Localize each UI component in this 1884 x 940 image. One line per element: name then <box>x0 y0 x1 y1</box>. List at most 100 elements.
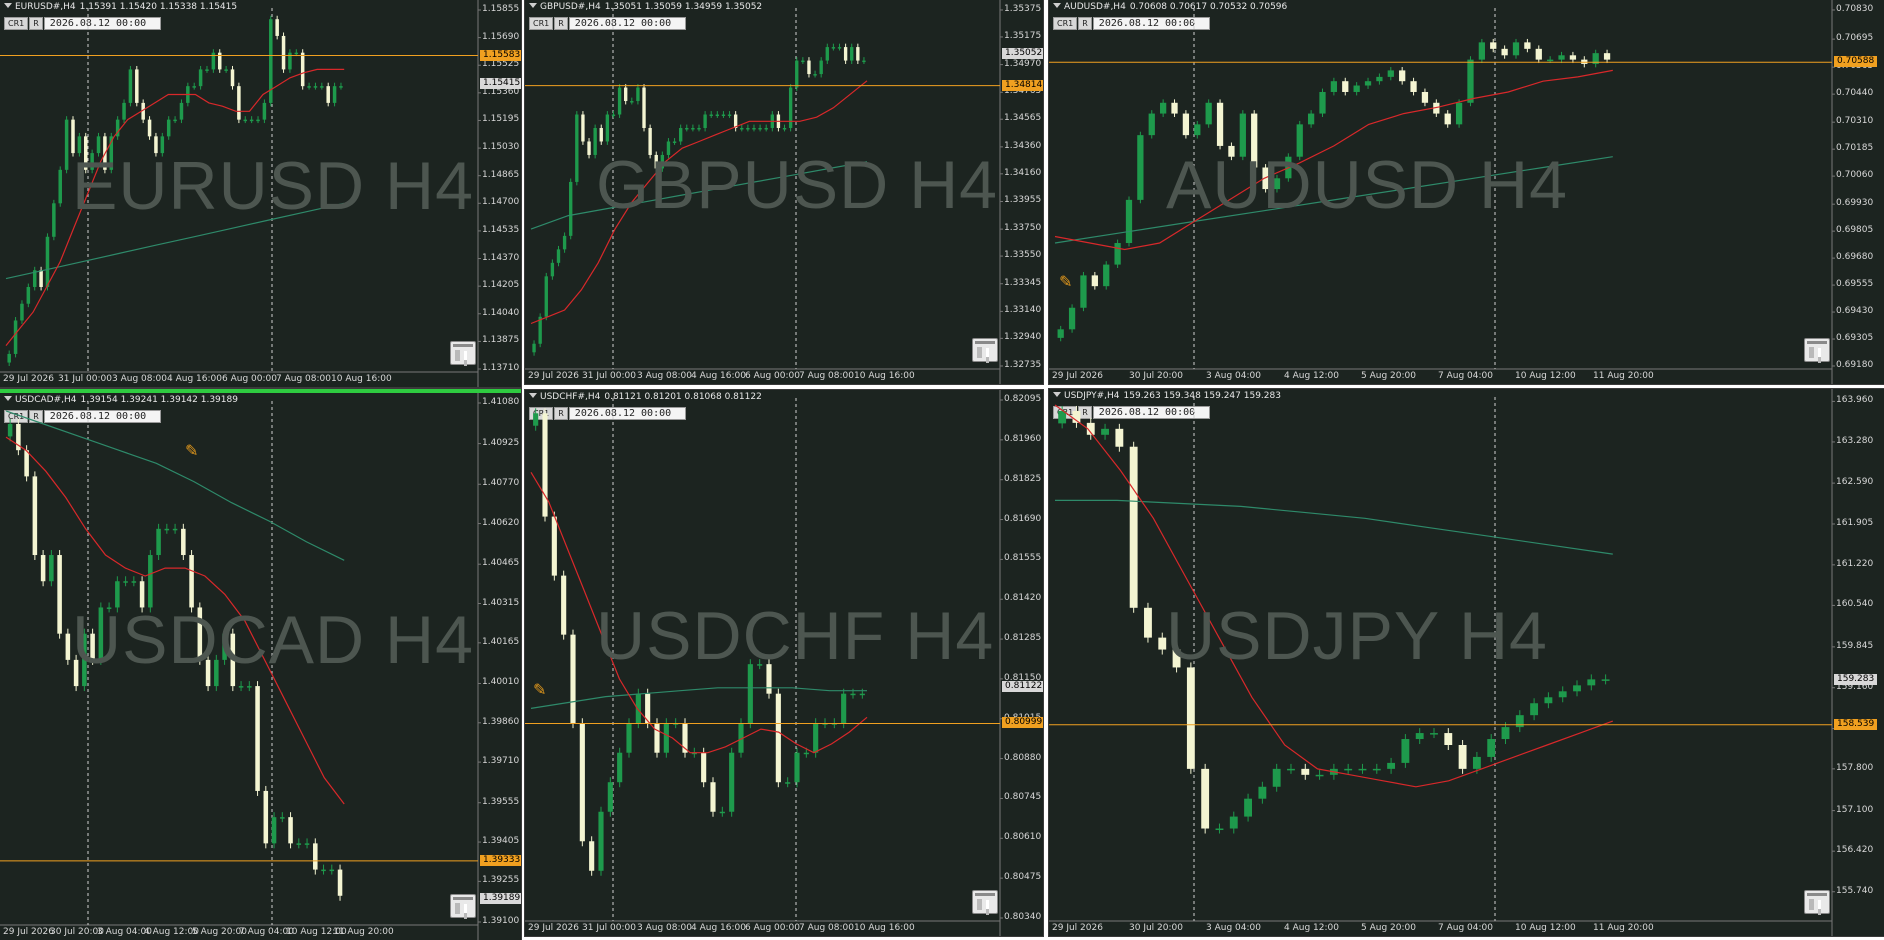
price-tick-label: 1.14205 <box>482 280 520 291</box>
pencil-icon[interactable]: ✎ <box>533 680 546 699</box>
price-tick-label: 1.14370 <box>482 252 520 263</box>
candle-body <box>1315 774 1324 777</box>
price-tick-label: 0.69555 <box>1836 279 1874 290</box>
candle-body <box>40 555 46 582</box>
candle-body <box>1544 697 1553 704</box>
chart-pane-eurusd[interactable]: EURUSD#,H4 1.15391 1.15420 1.15338 1.1541… <box>0 0 522 388</box>
symbol-watermark: GBPUSD H4 <box>596 147 998 223</box>
candle-body <box>607 782 613 812</box>
candle-body <box>626 723 632 753</box>
candle-body <box>147 119 152 137</box>
candle-body <box>542 413 548 517</box>
price-tick-label: 1.34565 <box>1004 113 1042 124</box>
candle-body <box>20 303 24 321</box>
chart-pane-gbpusd[interactable]: GBPUSD#,H4 1.35051 1.35059 1.34959 1.3505… <box>524 0 1044 385</box>
candle-body <box>1182 113 1190 136</box>
time-tick-label: 29 Jul 2026 <box>528 923 579 933</box>
candle-body <box>721 114 726 117</box>
candle-body <box>862 60 866 63</box>
candle-body <box>1205 102 1212 125</box>
time-tick-label: 4 Aug 16:00 <box>691 371 746 381</box>
candle-body <box>727 114 732 117</box>
candle-body <box>1535 48 1542 60</box>
current-price-label: 1.35052 <box>1002 47 1043 59</box>
price-tick-label: 1.39255 <box>482 875 520 886</box>
candle-body <box>173 119 177 122</box>
candle-body <box>1547 59 1554 62</box>
price-tick-label: 1.33550 <box>1004 250 1042 261</box>
price-tick-label: 0.81555 <box>1004 553 1042 564</box>
time-tick-label: 7 Aug 08:00 <box>799 371 854 381</box>
candle-body <box>1415 733 1424 740</box>
candle-body <box>843 47 848 61</box>
window-list-icon[interactable] <box>972 890 998 914</box>
time-tick-label: 29 Jul 2026 <box>1052 923 1103 933</box>
price-tick-label: 1.40620 <box>482 517 520 528</box>
pencil-icon[interactable]: ✎ <box>1059 272 1072 291</box>
time-tick-label: 7 Aug 08:00 <box>799 923 854 933</box>
candle-body <box>533 413 539 426</box>
candle-body <box>271 817 277 844</box>
time-tick-label: 6 Aug 00:00 <box>222 374 277 384</box>
symbol-watermark: EURUSD H4 <box>72 148 474 224</box>
price-tick-label: 1.32735 <box>1004 360 1042 370</box>
time-tick-label: 31 Jul 00:00 <box>58 374 112 384</box>
window-list-icon[interactable] <box>450 341 476 365</box>
candle-body <box>1186 667 1195 769</box>
candle-body <box>697 127 701 130</box>
candle-body <box>636 87 640 102</box>
time-tick-label: 11 Aug 20:00 <box>1593 371 1654 381</box>
candle-body <box>39 270 43 287</box>
chart-pane-audusd[interactable]: AUDUSD#,H4 0.70608 0.70617 0.70532 0.7059… <box>1048 0 1884 385</box>
chart-pane-usdcad[interactable]: USDCAD#,H4 1.39154 1.39241 1.39142 1.3918… <box>0 388 522 940</box>
window-list-icon[interactable] <box>450 894 476 918</box>
candle-body <box>825 47 829 61</box>
price-tick-label: 1.35175 <box>1004 30 1042 41</box>
candle-body <box>189 555 194 608</box>
candle-body <box>1201 768 1210 829</box>
candle-body <box>1430 733 1438 735</box>
candle-body <box>1258 786 1267 799</box>
candle-body <box>579 723 585 842</box>
candle-body <box>238 686 244 688</box>
candle-body <box>1573 685 1581 692</box>
chart-pane-usdjpy[interactable]: USDJPY#,H4 159.263 159.348 159.247 159.28… <box>1048 388 1884 937</box>
candle-body <box>719 811 725 814</box>
candle-body <box>1487 739 1496 757</box>
candle-body <box>166 119 171 137</box>
price-tick-label: 1.33955 <box>1004 195 1042 206</box>
candle-body <box>1444 113 1451 125</box>
candle-body <box>605 114 610 142</box>
price-tick-label: 155.740 <box>1836 885 1874 896</box>
candle-body <box>1194 124 1201 136</box>
candle-body <box>691 127 695 130</box>
window-list-icon[interactable] <box>972 338 998 362</box>
candle-body <box>589 841 595 871</box>
candle-body <box>1587 679 1596 686</box>
candle-body <box>715 114 720 117</box>
candle-body <box>701 752 707 783</box>
price-tick-label: 157.100 <box>1836 804 1874 815</box>
candle-body <box>181 528 186 556</box>
price-tick-label: 1.40770 <box>482 478 520 489</box>
chart-pane-usdchf[interactable]: USDCHF#,H4 0.81121 0.81201 0.81068 0.8112… <box>524 389 1044 937</box>
candle-body <box>1171 102 1178 114</box>
window-list-icon[interactable] <box>1804 338 1830 362</box>
candle-body <box>198 69 203 87</box>
candle-body <box>1421 91 1429 103</box>
candle-body <box>156 528 161 556</box>
candle-body <box>64 119 69 170</box>
candle-body <box>788 87 793 128</box>
pencil-icon[interactable]: ✎ <box>185 441 198 460</box>
time-tick-label: 3 Aug 08:00 <box>112 374 167 384</box>
candle-body <box>1515 715 1524 728</box>
price-tick-label: 1.40925 <box>482 437 520 448</box>
candle-body <box>13 320 18 354</box>
candle-body <box>570 634 576 724</box>
candle-body <box>1387 70 1394 77</box>
price-tick-label: 0.69680 <box>1836 252 1874 263</box>
candle-body <box>1387 762 1396 769</box>
price-tick-label: 1.32940 <box>1004 332 1042 343</box>
window-list-icon[interactable] <box>1804 890 1830 914</box>
candle-body <box>1272 768 1281 787</box>
